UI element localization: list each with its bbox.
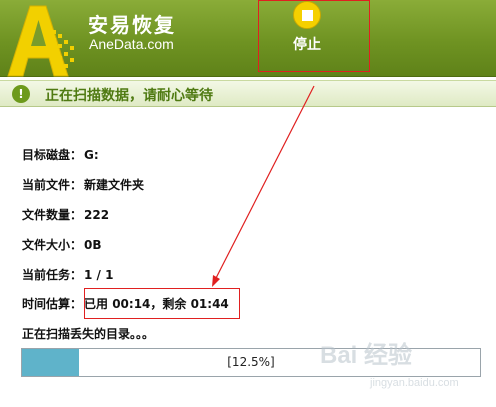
info-icon: ! <box>12 85 30 103</box>
watermark-main: Bai 经验 <box>320 342 413 369</box>
current-file-row: 当前文件： 新建文件夹 <box>22 176 144 193</box>
target-disk-value: G: <box>84 148 99 162</box>
current-file-label: 当前文件： <box>22 178 83 192</box>
app-name: 安易恢复 <box>88 13 176 37</box>
target-disk-row: 目标磁盘： G: <box>22 146 99 163</box>
watermark-sub: jingyan.baidu.com <box>370 377 459 389</box>
app-logo-icon <box>7 5 74 77</box>
baidu-watermark: Bai 经验 jingyan.baidu.com <box>320 335 490 403</box>
stop-button[interactable]: 停止 <box>258 0 370 72</box>
status-bar: ! 正在扫描数据，请耐心等待 <box>0 80 496 107</box>
target-disk-label: 目标磁盘： <box>22 148 83 162</box>
current-file-value: 新建文件夹 <box>84 178 145 192</box>
current-task-label: 当前任务： <box>22 268 83 282</box>
scan-message: 正在扫描丢失的目录。。。 <box>22 327 155 341</box>
file-count-row: 文件数量： 222 <box>22 206 109 223</box>
time-estimate-label: 时间估算： <box>22 297 83 311</box>
file-size-value: 0B <box>84 238 102 252</box>
stop-button-label[interactable]: 停止 <box>293 34 321 54</box>
file-size-label: 文件大小： <box>22 238 83 252</box>
time-estimate-highlight <box>84 288 240 319</box>
app-domain: AneData.com <box>89 36 174 52</box>
app-header: 安易恢复 AneData.com 停止 <box>0 0 496 77</box>
stop-icon[interactable] <box>293 1 321 29</box>
file-size-row: 文件大小： 0B <box>22 236 102 253</box>
file-count-label: 文件数量： <box>22 208 83 222</box>
status-message: 正在扫描数据，请耐心等待 <box>45 88 213 104</box>
current-task-value: 1 / 1 <box>84 268 114 282</box>
file-count-value: 222 <box>84 208 110 222</box>
current-task-row: 当前任务： 1 / 1 <box>22 266 113 283</box>
